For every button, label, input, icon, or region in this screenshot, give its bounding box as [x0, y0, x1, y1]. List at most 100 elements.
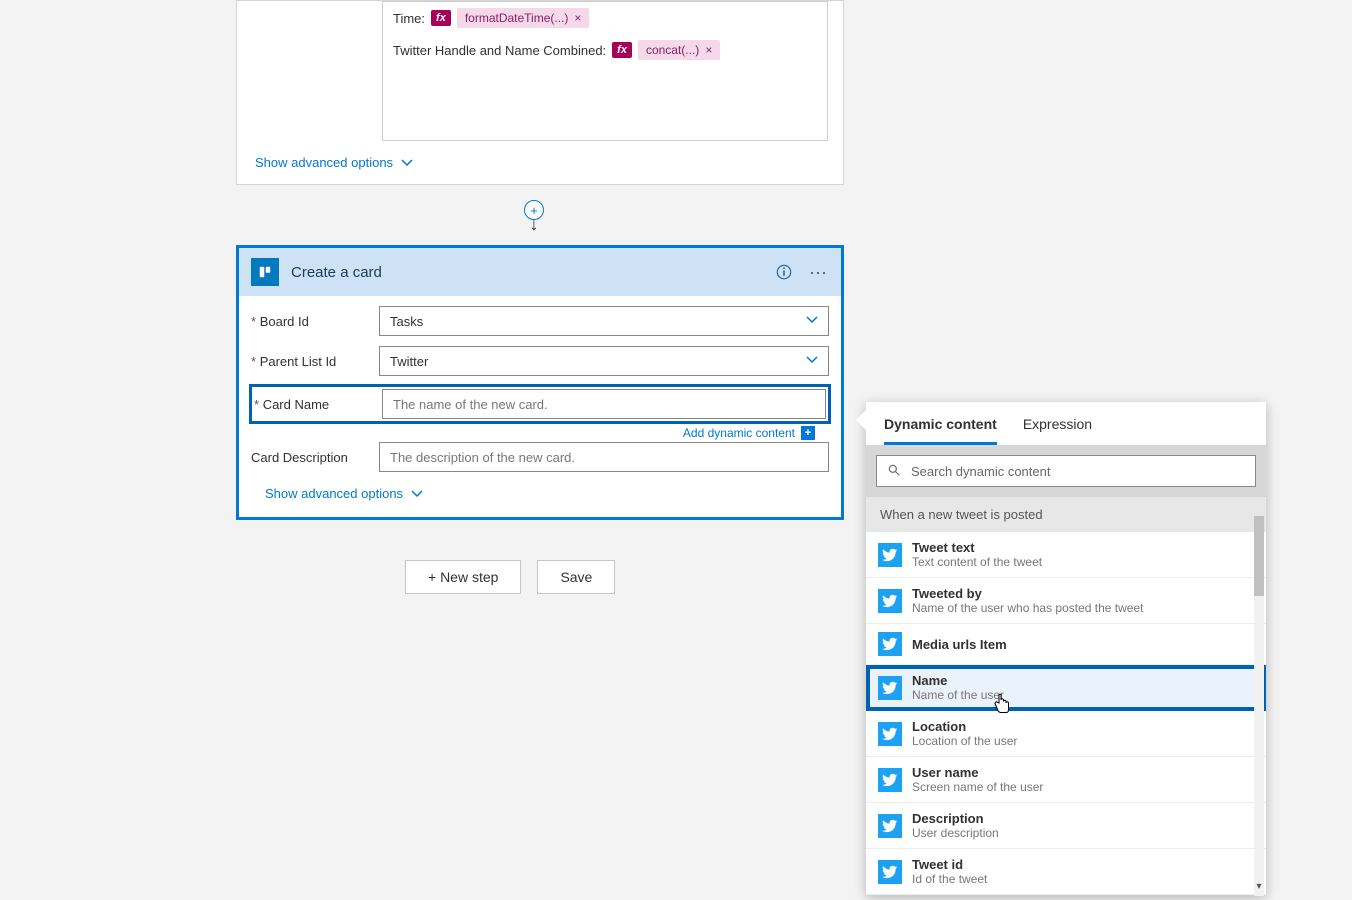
- connector: + ↓: [524, 200, 544, 230]
- compose-handle-label: Twitter Handle and Name Combined:: [393, 43, 606, 58]
- carddesc-input[interactable]: The description of the new card.: [379, 442, 829, 472]
- chevron-down-icon: [806, 354, 818, 369]
- dynamic-item[interactable]: Tweeted byName of the user who has poste…: [866, 578, 1266, 624]
- dynamic-item-subtitle: Text content of the tweet: [912, 555, 1042, 569]
- twitter-icon: [878, 543, 902, 567]
- close-icon[interactable]: ×: [574, 11, 581, 25]
- action-header[interactable]: Create a card ···: [239, 248, 841, 296]
- dynamic-item-title: Location: [912, 719, 1017, 734]
- show-advanced-text: Show advanced options: [265, 486, 403, 501]
- dynamic-item-subtitle: User description: [912, 826, 999, 840]
- scroll-down-arrow-icon[interactable]: ▾: [1254, 879, 1264, 893]
- parent-value: Twitter: [390, 354, 428, 369]
- search-icon: [887, 463, 901, 480]
- dynamic-search-input[interactable]: Search dynamic content: [876, 455, 1256, 487]
- handle-token-text: concat(...): [646, 43, 699, 57]
- add-dynamic-text: Add dynamic content: [683, 426, 795, 440]
- close-icon[interactable]: ×: [705, 43, 712, 57]
- form-row-cardname: * Card Name The name of the new card.: [249, 384, 831, 424]
- add-dynamic-icon: +: [801, 426, 815, 440]
- scrollbar[interactable]: [1254, 516, 1264, 896]
- compose-time-label: Time:: [393, 11, 425, 26]
- dynamic-item-title: Media urls Item: [912, 637, 1007, 652]
- form-row-board: * Board Id Tasks: [251, 306, 829, 336]
- dynamic-item-text: Tweet textText content of the tweet: [912, 540, 1042, 569]
- dynamic-item-title: Tweeted by: [912, 586, 1143, 601]
- twitter-icon: [878, 722, 902, 746]
- time-token-text: formatDateTime(...): [465, 11, 569, 25]
- compose-inputs-box: Time: fx formatDateTime(...) × Twitter H…: [382, 1, 828, 141]
- new-step-button[interactable]: + New step: [405, 560, 521, 594]
- dynamic-tabs: Dynamic content Expression: [866, 402, 1266, 445]
- dynamic-item-title: Name: [912, 673, 1004, 688]
- scrollbar-thumb[interactable]: [1254, 516, 1264, 596]
- dynamic-item-text: Tweet idId of the tweet: [912, 857, 987, 886]
- tab-dynamic-content[interactable]: Dynamic content: [884, 416, 997, 445]
- dynamic-item[interactable]: NameName of the user: [866, 665, 1266, 711]
- parent-label: * Parent List Id: [251, 354, 379, 369]
- cardname-placeholder: The name of the new card.: [393, 397, 548, 412]
- dynamic-item-subtitle: Screen name of the user: [912, 780, 1043, 794]
- cardname-label: * Card Name: [254, 397, 382, 412]
- handle-token[interactable]: concat(...) ×: [638, 40, 720, 60]
- dynamic-item-title: Description: [912, 811, 999, 826]
- twitter-icon: [878, 676, 902, 700]
- more-icon[interactable]: ···: [807, 261, 829, 283]
- dynamic-item-subtitle: Id of the tweet: [912, 872, 987, 886]
- dynamic-item-text: LocationLocation of the user: [912, 719, 1017, 748]
- board-select[interactable]: Tasks: [379, 306, 829, 336]
- parent-select[interactable]: Twitter: [379, 346, 829, 376]
- save-button[interactable]: Save: [537, 560, 615, 594]
- dynamic-item-title: Tweet id: [912, 857, 987, 872]
- tab-expression[interactable]: Expression: [1023, 416, 1092, 445]
- fx-icon: fx: [612, 42, 632, 58]
- chevron-down-icon: [401, 157, 413, 169]
- dynamic-content-panel: Dynamic content Expression Search dynami…: [866, 402, 1266, 895]
- twitter-icon: [878, 814, 902, 838]
- dynamic-items-list: Tweet textText content of the tweet Tweet…: [866, 532, 1266, 895]
- arrow-down-icon: ↓: [530, 218, 539, 230]
- twitter-icon: [878, 860, 902, 884]
- dynamic-item[interactable]: Media urls Item: [866, 624, 1266, 665]
- action-body: * Board Id Tasks * Parent List Id Twitte…: [239, 296, 841, 517]
- twitter-icon: [878, 768, 902, 792]
- chevron-down-icon: [411, 488, 423, 500]
- panel-caret-icon: [856, 410, 866, 430]
- dynamic-item-text: User nameScreen name of the user: [912, 765, 1043, 794]
- compose-action-card: Time: fx formatDateTime(...) × Twitter H…: [236, 0, 844, 185]
- add-dynamic-link[interactable]: Add dynamic content +: [251, 422, 829, 442]
- dynamic-item[interactable]: Tweet textText content of the tweet: [866, 532, 1266, 578]
- search-placeholder: Search dynamic content: [911, 464, 1050, 479]
- fx-icon: fx: [431, 10, 451, 26]
- show-advanced-link[interactable]: Show advanced options: [251, 482, 829, 513]
- dynamic-item[interactable]: User nameScreen name of the user: [866, 757, 1266, 803]
- create-card-action: Create a card ··· * Board Id Tasks * Par…: [236, 245, 844, 520]
- dynamic-item[interactable]: DescriptionUser description: [866, 803, 1266, 849]
- dynamic-item-text: NameName of the user: [912, 673, 1004, 702]
- time-token[interactable]: formatDateTime(...) ×: [457, 8, 590, 28]
- carddesc-placeholder: The description of the new card.: [390, 450, 575, 465]
- trigger-section-header: When a new tweet is posted: [866, 497, 1266, 532]
- dynamic-item-subtitle: Name of the user: [912, 688, 1004, 702]
- info-icon[interactable]: [773, 261, 795, 283]
- dynamic-item[interactable]: Tweet idId of the tweet: [866, 849, 1266, 895]
- dynamic-item[interactable]: LocationLocation of the user: [866, 711, 1266, 757]
- twitter-icon: [878, 589, 902, 613]
- cardname-input[interactable]: The name of the new card.: [382, 389, 826, 419]
- dynamic-item-text: Tweeted byName of the user who has poste…: [912, 586, 1143, 615]
- twitter-icon: [878, 632, 902, 656]
- dynamic-item-title: User name: [912, 765, 1043, 780]
- show-advanced-text: Show advanced options: [255, 155, 393, 170]
- show-advanced-link[interactable]: Show advanced options: [237, 141, 843, 184]
- footer-buttons: + New step Save: [405, 560, 615, 594]
- dynamic-search-container: Search dynamic content: [866, 445, 1266, 497]
- compose-row-handle: Twitter Handle and Name Combined: fx con…: [383, 34, 827, 66]
- dynamic-item-text: DescriptionUser description: [912, 811, 999, 840]
- board-value: Tasks: [390, 314, 423, 329]
- board-label: * Board Id: [251, 314, 379, 329]
- dynamic-item-text: Media urls Item: [912, 637, 1007, 652]
- form-row-carddesc: Card Description The description of the …: [251, 442, 829, 472]
- compose-row-time: Time: fx formatDateTime(...) ×: [383, 2, 827, 34]
- action-title: Create a card: [291, 264, 761, 281]
- carddesc-label: Card Description: [251, 450, 379, 465]
